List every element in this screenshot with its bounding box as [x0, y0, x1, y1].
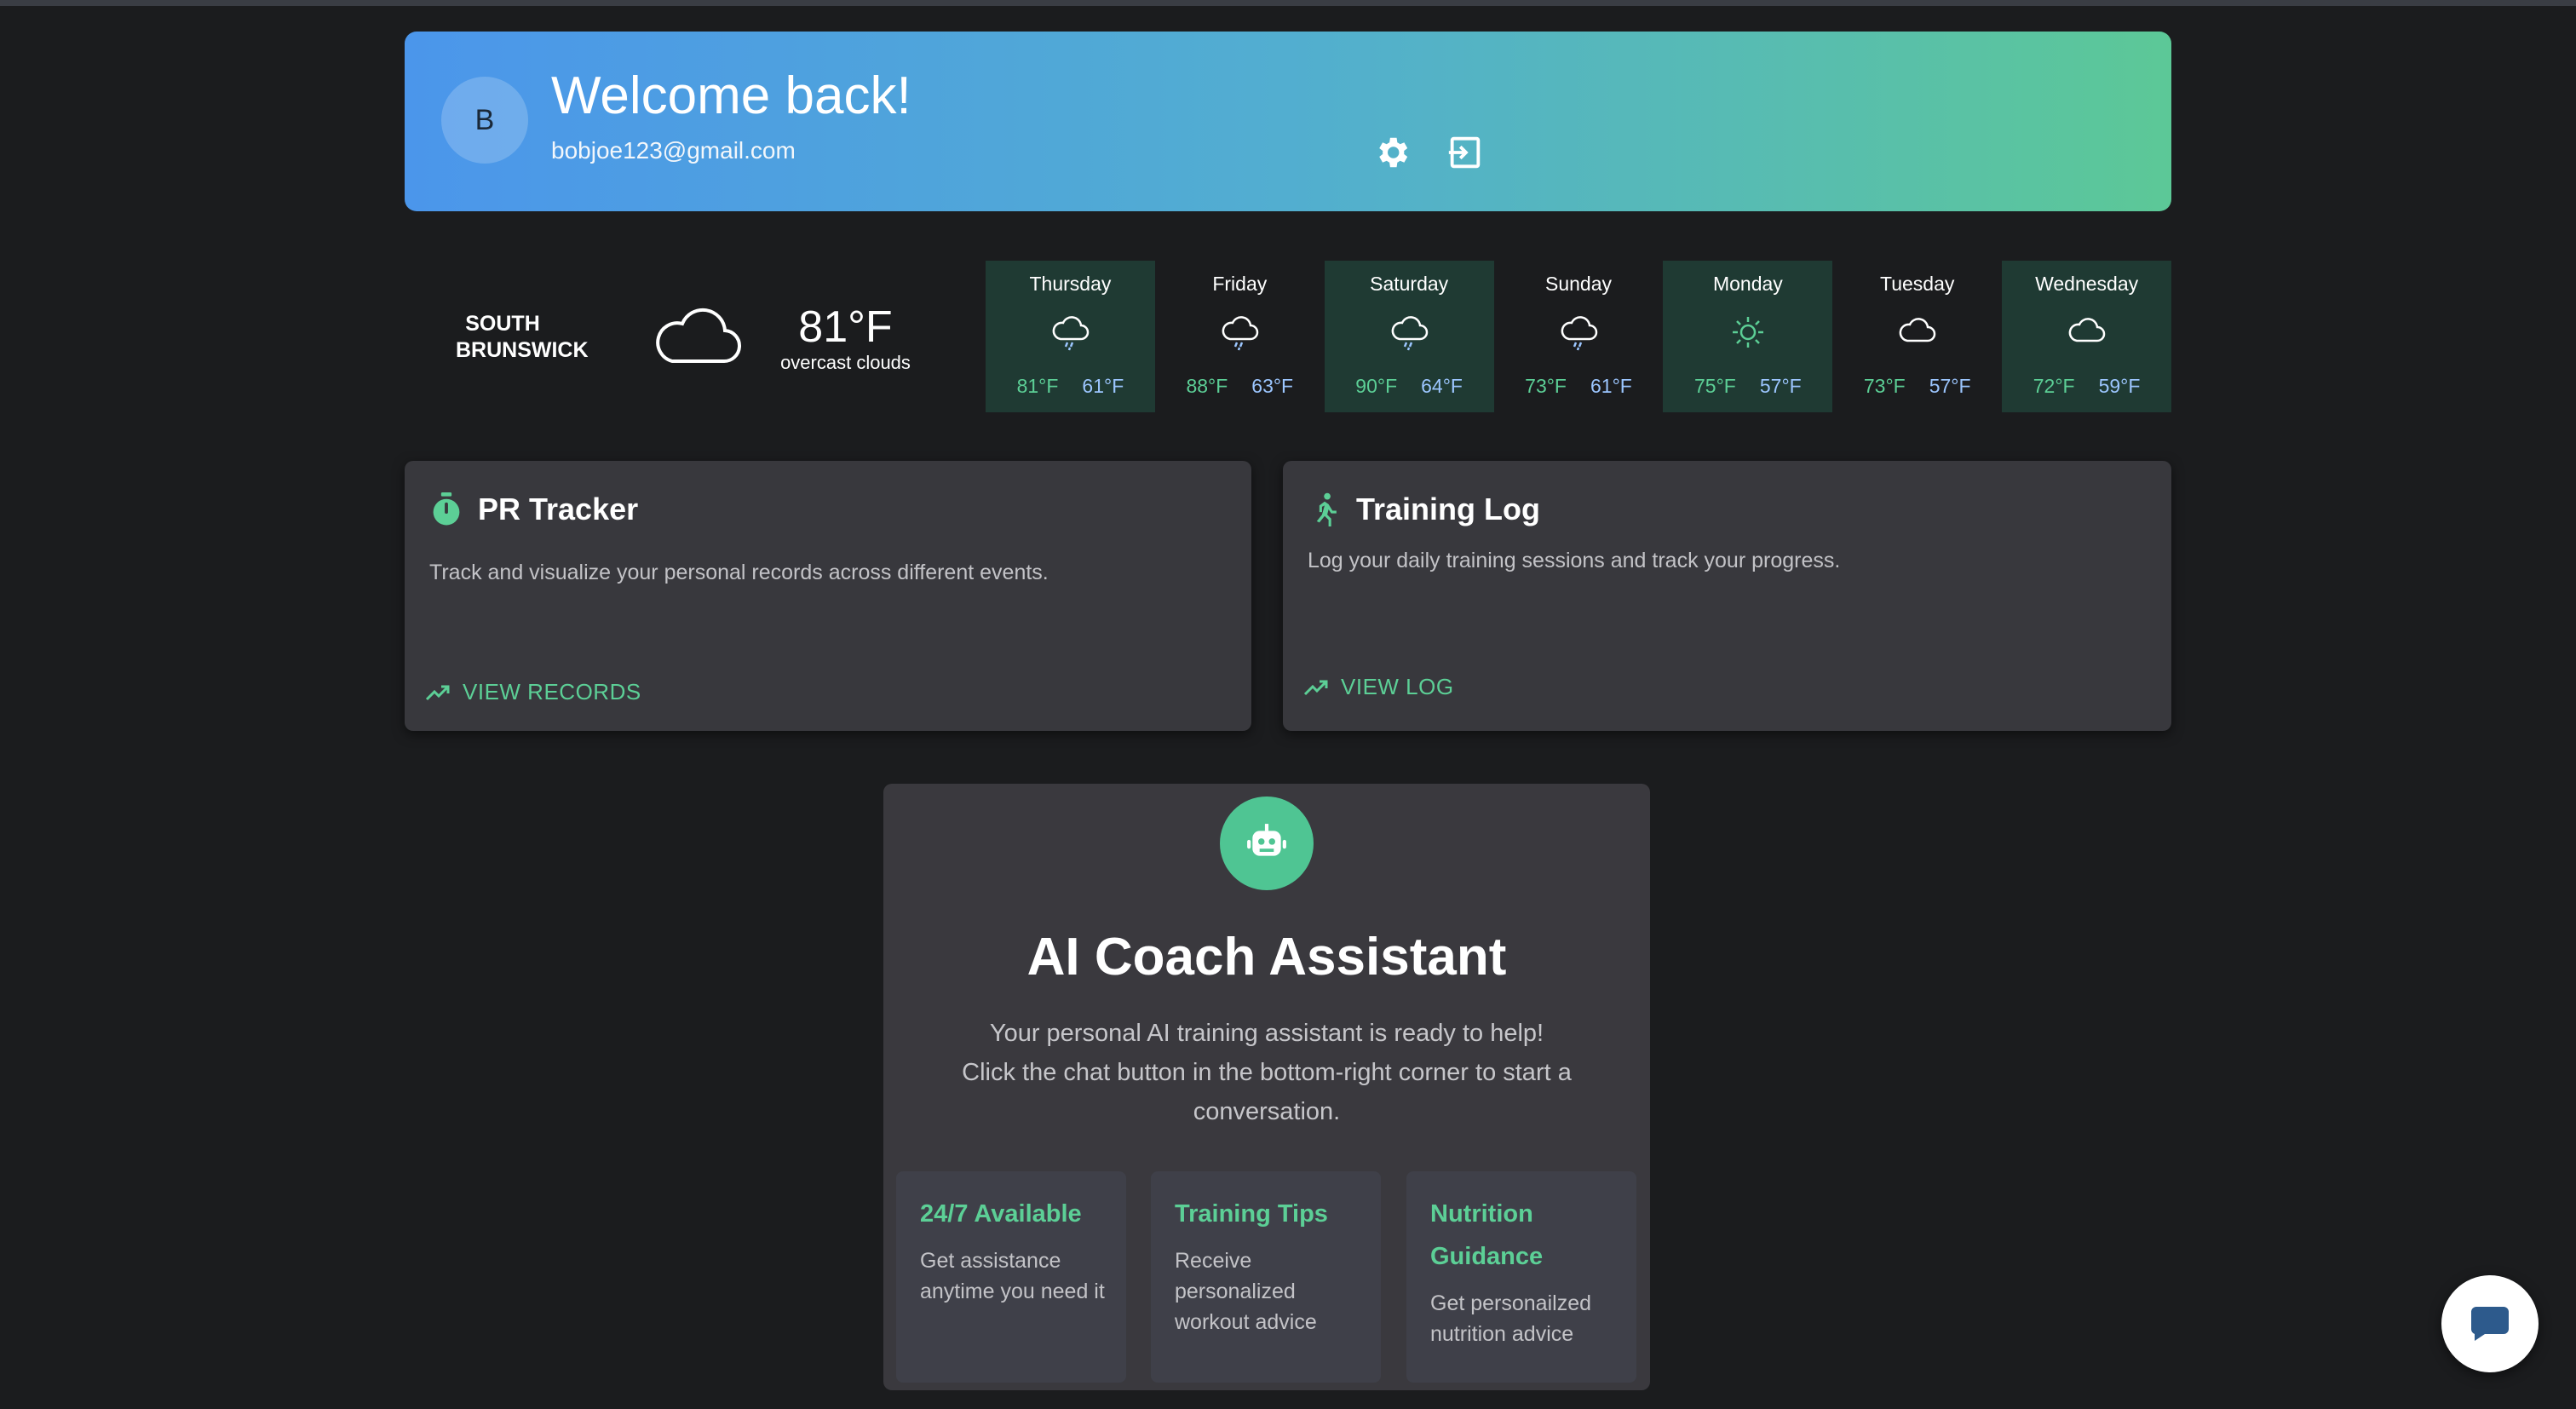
- robot-icon-badge: [1220, 797, 1314, 890]
- gear-icon: [1379, 137, 1408, 168]
- forecast-day-name: Saturday: [1370, 273, 1449, 295]
- window-top-border: [0, 0, 2576, 6]
- trending-up-icon: [425, 685, 450, 700]
- robot-icon: [1247, 824, 1286, 856]
- forecast-low: 61°F: [1082, 375, 1124, 397]
- logout-button[interactable]: [1446, 133, 1485, 172]
- view-log-link[interactable]: VIEW LOG: [1303, 674, 1454, 700]
- weather-city: SOUTH BRUNSWICK: [456, 312, 589, 362]
- stopwatch-icon: [433, 492, 460, 526]
- pr-tracker-description: Track and visualize your personal record…: [429, 561, 1049, 584]
- forecast-low: 64°F: [1421, 375, 1463, 397]
- training-log-card[interactable]: Training Log Log your daily training ses…: [1283, 461, 2171, 731]
- rain-cloud-icon: [1561, 316, 1597, 351]
- forecast-high: 72°F: [2033, 375, 2075, 397]
- feature-card: 24/7 Available Get assistance anytime yo…: [896, 1171, 1126, 1383]
- chat-button[interactable]: [2441, 1275, 2539, 1372]
- forecast-day-name: Sunday: [1545, 273, 1613, 295]
- feature-title: 24/7 Available: [920, 1200, 1082, 1228]
- current-temperature: 81°F: [798, 302, 893, 352]
- forecast-low: 57°F: [1929, 375, 1971, 397]
- user-email: bobjoe123@gmail.com: [551, 137, 796, 164]
- view-records-label: VIEW RECORDS: [463, 679, 641, 704]
- forecast-high: 75°F: [1694, 375, 1736, 397]
- feature-title: Training Tips: [1175, 1200, 1328, 1228]
- forecast-day: Tuesday 73°F 57°F: [1832, 261, 2002, 412]
- welcome-header: B Welcome back! bobjoe123@gmail.com: [405, 32, 2171, 211]
- running-icon: [1316, 492, 1337, 526]
- view-records-link[interactable]: VIEW RECORDS: [425, 679, 641, 705]
- feature-card: Nutrition Guidance Get personailzed nutr…: [1406, 1171, 1636, 1383]
- forecast-low: 59°F: [2098, 375, 2141, 397]
- view-log-label: VIEW LOG: [1341, 674, 1454, 699]
- rain-cloud-icon: [1052, 316, 1090, 351]
- forecast-day: Saturday 90°F 64°F: [1324, 261, 1494, 412]
- forecast-day-name: Thursday: [1029, 273, 1112, 295]
- forecast-day-name: Monday: [1712, 273, 1783, 295]
- feature-card: Training Tips Receive personalized worko…: [1151, 1171, 1381, 1383]
- trending-up-icon: [1303, 680, 1328, 695]
- ai-coach-description: Your personal AI training assistant is r…: [962, 1020, 1572, 1125]
- forecast-day-name: Friday: [1212, 273, 1268, 295]
- forecast-day: Sunday 73°F 61°F: [1494, 261, 1664, 412]
- forecast-day: Friday 88°F 63°F: [1155, 261, 1325, 412]
- ai-coach-panel: AI Coach Assistant Your personal AI trai…: [883, 784, 1650, 1390]
- forecast-high: 73°F: [1525, 375, 1567, 397]
- logout-icon: [1448, 136, 1481, 169]
- forecast-low: 61°F: [1590, 375, 1632, 397]
- cloud-icon: [2068, 318, 2106, 342]
- pr-tracker-title: PR Tracker: [478, 492, 639, 526]
- forecast-day-name: Tuesday: [1880, 273, 1955, 295]
- feature-title: Nutrition Guidance: [1430, 1200, 1544, 1270]
- forecast-day: Thursday 81°F 61°F: [986, 261, 1155, 412]
- rain-cloud-icon: [1222, 316, 1259, 351]
- forecast-row: Thursday 81°F 61°F Friday 88°F 63°F Saturd…: [986, 261, 2172, 412]
- feature-description: Get personailzed nutrition advice: [1430, 1291, 1592, 1346]
- forecast-high: 73°F: [1863, 375, 1906, 397]
- sun-icon: [1733, 317, 1764, 348]
- welcome-title: Welcome back!: [551, 66, 911, 125]
- forecast-day: Wednesday 72°F 59°F: [2002, 261, 2172, 412]
- forecast-high: 88°F: [1186, 375, 1228, 397]
- chat-icon: [2470, 1307, 2509, 1341]
- cloud-icon: [1899, 318, 1936, 342]
- forecast-day-name: Wednesday: [2035, 273, 2139, 295]
- weather-widget: SOUTH BRUNSWICK 81°F overcast clouds Thu…: [405, 261, 2172, 412]
- feature-description: Get assistance anytime you need it: [920, 1249, 1105, 1303]
- forecast-low: 63°F: [1251, 375, 1294, 397]
- pr-tracker-card[interactable]: PR Tracker Track and visualize your pers…: [405, 461, 1251, 731]
- forecast-day: Monday 75°F 57°F: [1663, 261, 1833, 412]
- forecast-high: 81°F: [1016, 375, 1059, 397]
- feature-description: Receive personalized workout advice: [1175, 1249, 1317, 1334]
- forecast-high: 90°F: [1355, 375, 1398, 397]
- forecast-low: 57°F: [1759, 375, 1802, 397]
- cloud-icon: [656, 308, 742, 364]
- current-conditions: overcast clouds: [780, 352, 911, 373]
- training-log-description: Log your daily training sessions and tra…: [1308, 549, 1841, 572]
- settings-button[interactable]: [1372, 133, 1412, 172]
- rain-cloud-icon: [1391, 316, 1428, 351]
- training-log-title: Training Log: [1356, 492, 1540, 526]
- ai-coach-title: AI Coach Assistant: [1026, 928, 1507, 986]
- avatar[interactable]: B: [441, 77, 528, 164]
